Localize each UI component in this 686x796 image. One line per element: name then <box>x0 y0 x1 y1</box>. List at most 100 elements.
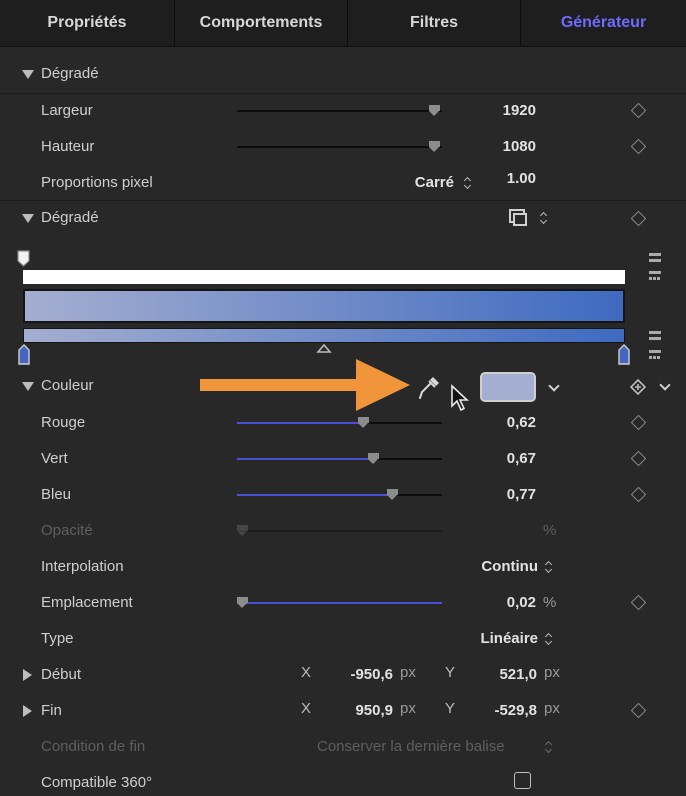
interpolation-label: Interpolation <box>41 558 124 575</box>
width-label: Largeur <box>41 102 93 119</box>
tab-behaviors[interactable]: Comportements <box>175 0 348 46</box>
mouse-pointer-icon <box>451 384 470 412</box>
gradient-preset-icon[interactable] <box>508 208 530 228</box>
keyframe-add-icon[interactable] <box>629 378 647 396</box>
stepper-icon <box>545 740 553 754</box>
end-condition-label: Condition de fin <box>41 738 146 755</box>
end-y-unit: px <box>544 700 560 717</box>
end-y-axis-label: Y <box>445 700 456 717</box>
red-slider[interactable] <box>237 417 442 428</box>
opacity-label: Opacité <box>41 522 93 539</box>
tab-filters[interactable]: Filtres <box>348 0 521 46</box>
section-gradient-editor: Dégradé <box>41 209 99 226</box>
width-slider-thumb[interactable] <box>429 105 440 116</box>
color-stop-end-icon[interactable] <box>616 344 632 366</box>
midpoint-marker-icon[interactable] <box>316 342 332 354</box>
divider <box>0 200 686 201</box>
section-gradient-params: Dégradé <box>41 65 99 82</box>
orange-arrow-annotation <box>200 359 410 411</box>
location-value[interactable]: 0,02 <box>470 594 536 611</box>
opacity-bar[interactable] <box>23 270 625 284</box>
stepper-icon[interactable] <box>545 560 553 574</box>
color-stop-start-icon[interactable] <box>16 344 32 366</box>
start-y-value[interactable]: 521,0 <box>462 666 537 683</box>
tab-bar: Propriétés Comportements Filtres Générat… <box>0 0 686 47</box>
gradient-preview-bar[interactable] <box>23 289 625 323</box>
keyframe-diamond-icon[interactable] <box>630 594 647 611</box>
green-value[interactable]: 0,67 <box>470 450 536 467</box>
opacity-slider-thumb <box>237 525 248 536</box>
keyframe-diamond-icon[interactable] <box>630 102 647 119</box>
keyframe-diamond-icon[interactable] <box>630 414 647 431</box>
red-label: Rouge <box>41 414 86 431</box>
green-slider-fill <box>237 458 374 460</box>
grid-view-icon[interactable] <box>649 271 661 282</box>
red-value[interactable]: 0,62 <box>470 414 536 431</box>
disclosure-triangle-right-icon[interactable] <box>23 669 32 681</box>
green-slider-thumb[interactable] <box>368 453 379 464</box>
start-y-axis-label: Y <box>445 664 456 681</box>
pixel-aspect-value: 1.00 <box>506 170 536 187</box>
opacity-unit: % <box>543 522 557 539</box>
red-slider-fill <box>237 422 364 424</box>
tab-properties[interactable]: Propriétés <box>0 0 175 46</box>
green-label: Vert <box>41 450 68 467</box>
stepper-icon[interactable] <box>545 632 553 646</box>
interpolation-select[interactable]: Continu <box>440 558 538 575</box>
list-view-icon[interactable] <box>649 253 661 264</box>
chevron-down-icon[interactable] <box>659 379 671 391</box>
height-label: Hauteur <box>41 138 95 155</box>
color-swatch[interactable] <box>480 372 536 402</box>
keyframe-diamond-icon[interactable] <box>630 210 647 227</box>
height-slider[interactable] <box>237 141 442 152</box>
keyframe-diamond-icon[interactable] <box>630 486 647 503</box>
disclosure-triangle-right-icon[interactable] <box>23 705 32 717</box>
stepper-icon[interactable] <box>540 211 548 225</box>
chevron-down-icon[interactable] <box>548 380 560 392</box>
width-value[interactable]: 1920 <box>470 102 536 119</box>
pixel-aspect-select[interactable]: Carré <box>390 174 454 191</box>
width-slider[interactable] <box>237 105 442 116</box>
height-value[interactable]: 1080 <box>470 138 536 155</box>
opacity-stop-icon[interactable] <box>16 249 32 269</box>
start-y-unit: px <box>544 664 560 681</box>
disclosure-triangle-icon[interactable] <box>22 214 34 223</box>
blue-slider-fill <box>237 494 395 496</box>
type-select[interactable]: Linéaire <box>440 630 538 647</box>
start-x-value[interactable]: -950,6 <box>320 666 393 683</box>
red-slider-thumb[interactable] <box>358 417 369 428</box>
opacity-slider <box>237 525 442 536</box>
list-view-icon[interactable] <box>649 331 661 342</box>
tab-generator[interactable]: Générateur <box>521 0 686 46</box>
compat360-checkbox[interactable] <box>514 772 531 789</box>
type-label: Type <box>41 630 74 647</box>
blue-slider[interactable] <box>237 489 442 500</box>
location-unit: % <box>543 594 557 611</box>
end-x-unit: px <box>400 700 416 717</box>
pixel-aspect-label: Proportions pixel <box>41 174 153 191</box>
blue-value[interactable]: 0,77 <box>470 486 536 503</box>
section-color: Couleur <box>41 377 94 394</box>
keyframe-diamond-icon[interactable] <box>630 450 647 467</box>
end-x-axis-label: X <box>301 700 312 717</box>
end-x-value[interactable]: 950,9 <box>320 702 393 719</box>
grid-view-icon[interactable] <box>649 350 661 361</box>
eyedropper-icon[interactable] <box>416 374 442 402</box>
keyframe-diamond-icon[interactable] <box>630 702 647 719</box>
disclosure-triangle-icon[interactable] <box>22 382 34 391</box>
end-label: Fin <box>41 702 62 719</box>
start-x-unit: px <box>400 664 416 681</box>
green-slider[interactable] <box>237 453 442 464</box>
end-y-value[interactable]: -529,8 <box>462 702 537 719</box>
start-label: Début <box>41 666 82 683</box>
color-bar[interactable] <box>23 328 625 343</box>
disclosure-triangle-icon[interactable] <box>22 70 34 79</box>
location-slider[interactable] <box>237 597 442 608</box>
height-slider-thumb[interactable] <box>429 141 440 152</box>
stepper-icon[interactable] <box>464 176 472 190</box>
compat360-label: Compatible 360° <box>41 774 153 791</box>
keyframe-diamond-icon[interactable] <box>630 138 647 155</box>
location-slider-thumb[interactable] <box>237 597 248 608</box>
blue-slider-thumb[interactable] <box>387 489 398 500</box>
start-x-axis-label: X <box>301 664 312 681</box>
